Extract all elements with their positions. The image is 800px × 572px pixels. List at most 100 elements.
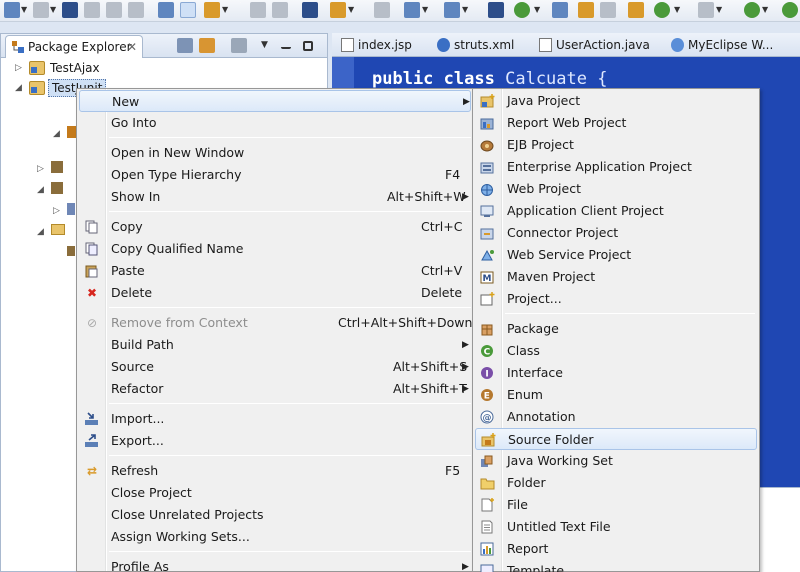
server-icon[interactable] xyxy=(374,2,390,18)
chevron-down-icon[interactable]: ▼ xyxy=(222,2,228,18)
chevron-down-icon[interactable]: ◢ xyxy=(15,83,25,93)
submenu-item-file[interactable]: File xyxy=(475,494,757,516)
task-icon[interactable] xyxy=(628,2,644,18)
chevron-down-icon[interactable]: ◢ xyxy=(37,185,47,195)
submenu-item-package[interactable]: Package xyxy=(475,318,757,340)
submenu-item-java-working-set[interactable]: Java Working Set xyxy=(475,450,757,472)
submenu-item-connector-project[interactable]: Connector Project xyxy=(475,222,757,244)
new-icon[interactable] xyxy=(4,2,20,18)
menu-item-refactor[interactable]: Refactor Alt+Shift+T ▶ xyxy=(79,378,471,400)
tab-struts-xml[interactable]: struts.xml xyxy=(434,35,532,57)
submenu-item-interface[interactable]: I Interface xyxy=(475,362,757,384)
new-wizard-icon[interactable] xyxy=(33,2,49,18)
network-icon[interactable] xyxy=(488,2,504,18)
forward-icon[interactable] xyxy=(272,2,288,18)
submenu-item-maven-project[interactable]: M Maven Project xyxy=(475,266,757,288)
submenu-item-web-project[interactable]: Web Project xyxy=(475,178,757,200)
save-all-icon[interactable] xyxy=(84,2,100,18)
menu-item-open-type-hierarchy[interactable]: Open Type Hierarchy F4 xyxy=(79,164,471,186)
chevron-down-icon[interactable]: ▼ xyxy=(462,2,468,18)
mark-occurrences-icon[interactable] xyxy=(180,2,196,18)
chevron-right-icon[interactable]: ▷ xyxy=(53,206,63,216)
submenu-item-class[interactable]: C Class xyxy=(475,340,757,362)
submenu-item-source-folder[interactable]: Source Folder xyxy=(475,428,757,450)
menu-item-close-project[interactable]: Close Project xyxy=(79,482,471,504)
chevron-right-icon[interactable]: ▷ xyxy=(15,63,25,73)
menu-item-copy-qualified-name[interactable]: Copy Qualified Name xyxy=(79,238,471,260)
web-icon[interactable] xyxy=(514,2,530,18)
link-with-editor-icon[interactable] xyxy=(199,38,215,53)
menu-item-delete[interactable]: ✖ Delete Delete xyxy=(79,282,471,304)
open-perspective-icon[interactable] xyxy=(158,2,174,18)
globe-icon[interactable] xyxy=(552,2,568,18)
submenu-item-enum[interactable]: E Enum xyxy=(475,384,757,406)
deploy-icon[interactable] xyxy=(330,2,346,18)
print-preview-icon[interactable] xyxy=(128,2,144,18)
menu-item-refresh[interactable]: ⇄ Refresh F5 xyxy=(79,460,471,482)
chevron-down-icon[interactable]: ◢ xyxy=(37,227,47,237)
submenu-item-untitled-text-file[interactable]: Untitled Text File xyxy=(475,516,757,538)
debug-icon[interactable] xyxy=(744,2,760,18)
tab-myeclipse-web[interactable]: MyEclipse W... xyxy=(668,35,800,57)
submenu-item-folder[interactable]: Folder xyxy=(475,472,757,494)
menu-item-profile-as[interactable]: Profile As ▶ xyxy=(79,556,471,572)
submenu-item-enterprise-application-project[interactable]: Enterprise Application Project xyxy=(475,156,757,178)
chevron-right-icon[interactable]: ▷ xyxy=(37,164,47,174)
save-icon[interactable] xyxy=(62,2,78,18)
menu-item-new[interactable]: New ▶ xyxy=(79,90,471,112)
menu-item-assign-working-sets[interactable]: Assign Working Sets... xyxy=(79,526,471,548)
open-type-icon[interactable] xyxy=(600,2,616,18)
chevron-down-icon[interactable]: ▼ xyxy=(674,2,680,18)
maximize-icon[interactable] xyxy=(303,41,313,51)
run-server-icon[interactable] xyxy=(404,2,420,18)
print-icon[interactable] xyxy=(106,2,122,18)
submenu-item-web-service-project[interactable]: Web Service Project xyxy=(475,244,757,266)
chevron-down-icon[interactable]: ▼ xyxy=(50,2,56,18)
menu-item-copy[interactable]: Copy Ctrl+C xyxy=(79,216,471,238)
menu-item-import[interactable]: Import... xyxy=(79,408,471,430)
submenu-item-java-project[interactable]: Java Project xyxy=(475,90,757,112)
menu-item-export[interactable]: Export... xyxy=(79,430,471,452)
copy-qualified-name-icon xyxy=(84,242,100,256)
menu-item-open-in-new-window[interactable]: Open in New Window xyxy=(79,142,471,164)
chevron-down-icon[interactable]: ▼ xyxy=(21,2,27,18)
menu-item-close-unrelated-projects[interactable]: Close Unrelated Projects xyxy=(79,504,471,526)
submenu-item-annotation[interactable]: @ Annotation xyxy=(475,406,757,428)
chevron-down-icon[interactable]: ▼ xyxy=(762,2,768,18)
submenu-item-template[interactable]: Template xyxy=(475,560,757,572)
menu-item-go-into[interactable]: Go Into xyxy=(79,112,471,134)
close-icon[interactable]: ✕ xyxy=(127,36,137,58)
submenu-item-project[interactable]: Project... xyxy=(475,288,757,310)
svg-text:E: E xyxy=(484,392,490,402)
camera-icon[interactable] xyxy=(698,2,714,18)
browser-icon[interactable] xyxy=(654,2,670,18)
chevron-down-icon[interactable]: ▼ xyxy=(534,2,540,18)
collapse-all-icon[interactable] xyxy=(177,38,193,53)
submenu-item-application-client-project[interactable]: Application Client Project xyxy=(475,200,757,222)
menu-item-build-path[interactable]: Build Path ▶ xyxy=(79,334,471,356)
menu-item-source[interactable]: Source Alt+Shift+S ▶ xyxy=(79,356,471,378)
chevron-down-icon[interactable]: ▼ xyxy=(422,2,428,18)
tab-package-explorer[interactable]: Package Explorer ✕ xyxy=(5,35,143,58)
chevron-down-icon[interactable]: ◢ xyxy=(53,129,63,139)
open-folder-icon[interactable] xyxy=(578,2,594,18)
skip-breakpoints-icon[interactable] xyxy=(302,2,318,18)
submenu-item-report[interactable]: Report xyxy=(475,538,757,560)
debug-server-icon[interactable] xyxy=(444,2,460,18)
chevron-down-icon[interactable]: ▼ xyxy=(348,2,354,18)
tab-index-jsp[interactable]: index.jsp xyxy=(338,35,428,57)
hammer-icon[interactable] xyxy=(204,2,220,18)
menu-item-show-in[interactable]: Show In Alt+Shift+W ▶ xyxy=(79,186,471,208)
interface-icon: I xyxy=(480,366,496,380)
minimize-icon[interactable] xyxy=(281,38,291,49)
run-icon[interactable] xyxy=(782,2,798,18)
chevron-down-icon[interactable]: ▼ xyxy=(716,2,722,18)
view-menu-icon[interactable] xyxy=(231,38,247,53)
menu-item-label: Open Type Hierarchy xyxy=(111,167,242,182)
submenu-item-ejb-project[interactable]: EJB Project xyxy=(475,134,757,156)
back-icon[interactable] xyxy=(250,2,266,18)
menu-item-paste[interactable]: Paste Ctrl+V xyxy=(79,260,471,282)
tab-useraction-java[interactable]: UserAction.java xyxy=(536,35,664,57)
chevron-down-icon[interactable]: ▼ xyxy=(261,38,277,53)
submenu-item-report-web-project[interactable]: Report Web Project xyxy=(475,112,757,134)
